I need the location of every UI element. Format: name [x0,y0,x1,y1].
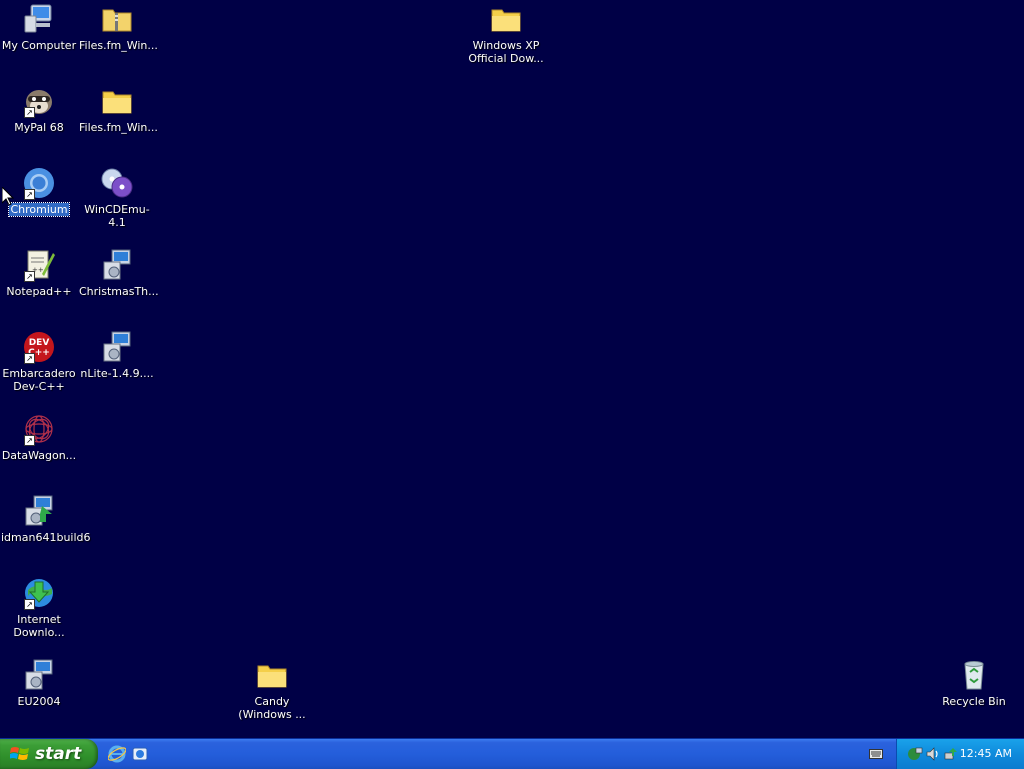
icon-label: EU2004 [17,695,61,708]
desktop-icon-datawagon[interactable]: ↗ DataWagon... [0,412,78,462]
icon-label: ChristmasTh... [79,285,159,298]
icon-label: WinCDEmu-4.1 [84,203,150,229]
desktop-icon-eu2004[interactable]: EU2004 [0,658,78,708]
desktop-icon-wincdemu[interactable]: WinCDEmu-4.1 [78,166,156,229]
icon-label: nLite-1.4.9.... [80,367,154,380]
chromium-icon: ↗ [22,166,56,200]
desktop-icon-notepadpp[interactable]: ++ ↗ Notepad++ [0,248,78,298]
internet-explorer-icon[interactable] [108,745,126,763]
desktop-icon-christmas[interactable]: ChristmasTh... [78,248,159,298]
globe-download-icon: ↗ [22,576,56,610]
installer-icon [22,494,56,528]
icon-label: Embarcadero Dev-C++ [2,367,76,393]
icon-label: DataWagon... [1,449,77,462]
start-label: start [35,744,82,764]
show-desktop-icon[interactable] [131,745,149,763]
clock[interactable]: 12:45 AM [960,747,1012,760]
desktop-icon-recycle-bin[interactable]: Recycle Bin [935,658,1013,708]
speaker-icon[interactable] [925,746,941,762]
icon-label: My Computer [1,39,77,52]
taskbar: start 12:45 AM [0,738,1024,769]
installer-icon [22,658,56,692]
svg-text:DEV: DEV [29,338,50,348]
computer-icon [22,2,56,36]
desktop-icon-files-fm-2[interactable]: Files.fm_Win... [78,84,158,134]
keyboard-icon[interactable] [869,749,883,759]
icon-label: Files.fm_Win... [79,39,158,52]
desktop-icon-idman[interactable]: idman641build6 [0,494,91,544]
folder-icon [100,84,134,118]
icon-label: Notepad++ [6,285,72,298]
start-button[interactable]: start [0,739,98,769]
windows-logo-icon [10,745,30,763]
desktop-icon-files-fm-1[interactable]: Files.fm_Win... [78,2,158,52]
folder-icon [489,2,523,36]
icon-label: idman641build6 [1,531,91,544]
folder-icon [255,658,289,692]
icon-label: Recycle Bin [942,695,1006,708]
zip-folder-icon [100,2,134,36]
icon-label: Candy (Windows ... [238,695,306,721]
disc-icon [100,166,134,200]
desktop-icon-mypal[interactable]: ↗ MyPal 68 [0,84,78,134]
raccoon-icon: ↗ [22,84,56,118]
icon-label: Chromium [8,202,70,217]
safely-remove-icon[interactable] [943,746,959,762]
icon-label: MyPal 68 [14,121,64,134]
desktop-icon-internet-download[interactable]: ↗ Internet Downlo... [0,576,78,639]
desktop-icon-windows-xp-download[interactable]: Windows XP Official Dow... [467,2,545,65]
dev-cpp-icon: DEV C++ ↗ [22,330,56,364]
system-tray: 12:45 AM [896,739,1024,769]
desktop-icon-candy[interactable]: Candy (Windows ... [233,658,311,721]
notepad-plus-plus-icon: ++ ↗ [22,248,56,282]
recycle-bin-icon [957,658,991,692]
installer-icon [100,330,134,364]
datawagon-icon: ↗ [22,412,56,446]
icon-label: Internet Downlo... [13,613,65,639]
icon-label: Windows XP Official Dow... [468,39,544,65]
desktop-icon-my-computer[interactable]: My Computer [0,2,78,52]
desktop[interactable]: My Computer ↗ MyPal 68 ↗ Chromium ++ ↗ N… [0,0,1024,738]
installer-icon [100,248,134,282]
network-icon[interactable] [907,746,923,762]
icon-label: Files.fm_Win... [79,121,158,134]
mouse-cursor-icon [2,187,14,206]
desktop-icon-nlite[interactable]: nLite-1.4.9.... [78,330,156,380]
desktop-icon-devcpp[interactable]: DEV C++ ↗ Embarcadero Dev-C++ [0,330,78,393]
